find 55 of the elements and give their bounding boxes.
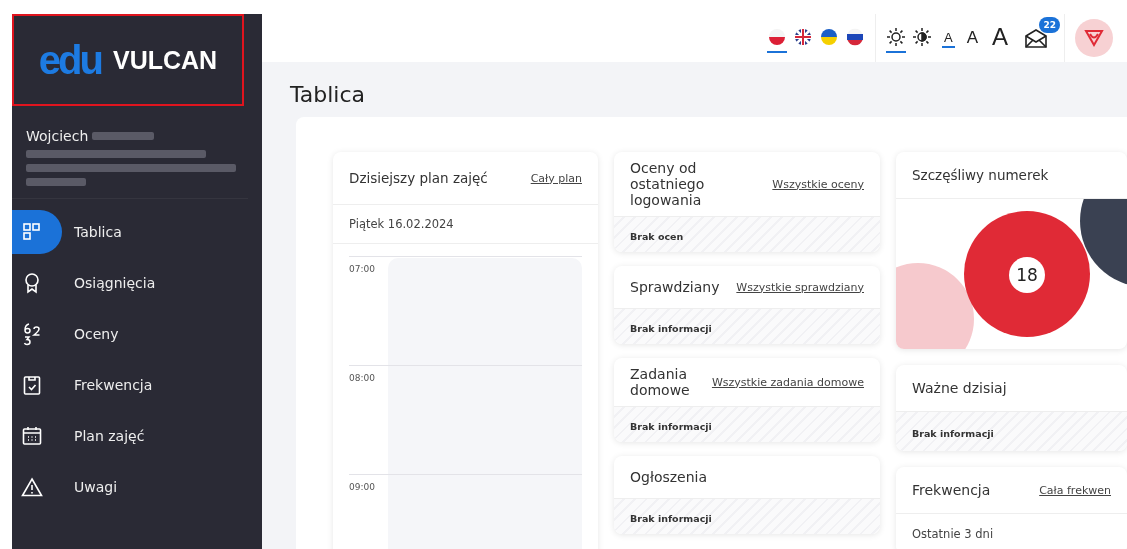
card-title: Zadania domowe	[630, 366, 691, 398]
card-link[interactable]: Wszystkie zadania domowe	[711, 375, 864, 389]
award-icon	[23, 272, 41, 294]
font-size-button[interactable]: A	[964, 26, 980, 50]
card-title: Sprawdziany	[630, 279, 720, 295]
contrast-icon	[911, 27, 932, 47]
card-title: Oceny od ostatniego logowania	[630, 160, 706, 208]
card-link[interactable]: Cała frekwen	[1039, 483, 1111, 497]
calendar-icon	[22, 426, 42, 446]
schedule-date: Piątek 16.02.2024	[333, 204, 598, 244]
numbers-icon	[21, 322, 43, 346]
flag-icon	[766, 27, 787, 47]
hour-label: 07:00	[349, 264, 375, 274]
empty-message: Brak informacji	[630, 421, 712, 432]
flag-icon	[844, 27, 865, 47]
redacted-block	[92, 132, 155, 140]
empty-message: Brak informacji	[630, 513, 712, 524]
nav-item[interactable]: Uwagi	[74, 479, 118, 495]
nav-item[interactable]: Oceny	[74, 326, 119, 342]
card-link[interactable]: Wszystkie oceny	[772, 177, 864, 191]
sun-icon	[885, 27, 906, 47]
card-title: Dzisiejszy plan zajęć	[349, 170, 488, 186]
nav-item[interactable]: Plan zajęć	[74, 428, 145, 444]
card-title: Frekwencja	[912, 482, 991, 498]
logo-mark: edu	[38, 37, 101, 83]
warning-icon	[21, 477, 43, 497]
font-size-button[interactable]: A	[990, 23, 1010, 53]
mail-icon[interactable]	[1024, 27, 1048, 49]
user-name: Wojciech	[26, 128, 89, 144]
empty-message: Brak informacji	[912, 428, 994, 439]
avatar[interactable]	[1075, 19, 1113, 57]
shield-icon	[1084, 29, 1104, 47]
redacted-block	[26, 178, 86, 186]
page-title: Tablica	[290, 82, 367, 107]
nav-item[interactable]: Osiągnięcia	[74, 275, 156, 291]
card-title: Ogłoszenia	[630, 469, 708, 485]
dashboard-icon	[22, 222, 42, 242]
nav-item[interactable]: Tablica	[74, 224, 122, 240]
logo-text: VULCAN	[112, 45, 218, 75]
empty-message: Brak informacji	[630, 323, 712, 334]
flag-icon	[792, 27, 813, 47]
card-link[interactable]: Cały plan	[530, 171, 582, 185]
period-label: Ostatnie 3 dni	[896, 513, 1127, 549]
hour-label: 09:00	[349, 482, 375, 492]
card-title: Szczęśliwy numerek	[912, 167, 1049, 183]
logo[interactable]: edu VULCAN	[12, 14, 244, 106]
flag-icon	[818, 27, 839, 47]
empty-message: Brak ocen	[630, 231, 684, 242]
nav-item[interactable]: Frekwencja	[74, 377, 153, 393]
unread-badge: 22	[1039, 17, 1060, 33]
clipboard-icon	[23, 375, 41, 395]
hour-label: 08:00	[349, 373, 375, 383]
card-title: Ważne dzisiaj	[912, 380, 1007, 396]
font-size-button[interactable]: A	[941, 28, 955, 48]
card-link[interactable]: Wszystkie sprawdziany	[736, 280, 864, 294]
